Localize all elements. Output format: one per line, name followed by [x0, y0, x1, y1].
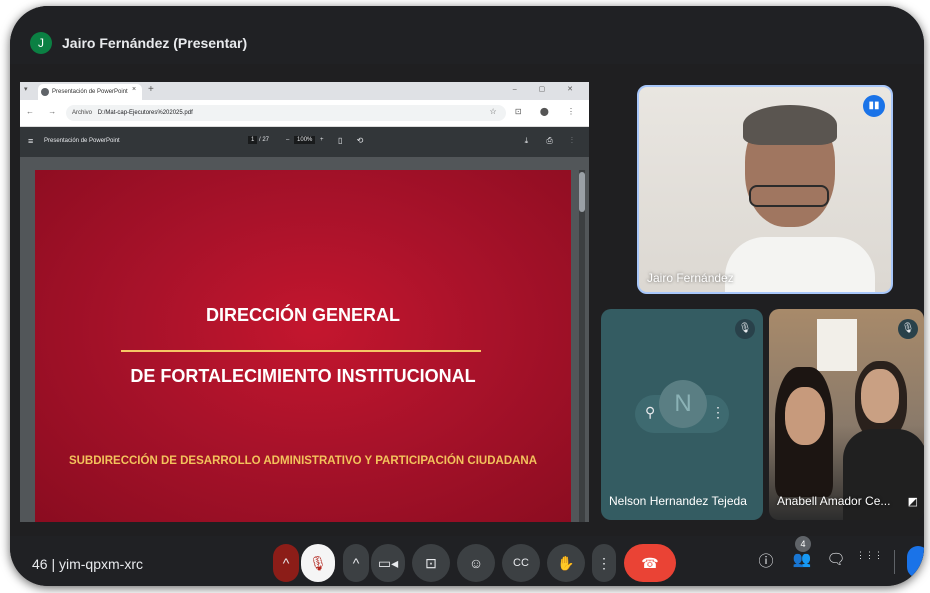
slide-subheading: SUBDIRECCIÓN DE DESARROLLO ADMINISTRATIV… — [68, 455, 538, 467]
present-button[interactable]: ⊡ — [412, 544, 450, 582]
slide-heading-2: DE FORTALECIMIENTO INSTITUCIONAL — [130, 366, 476, 386]
participant-hair — [743, 105, 837, 145]
background-poster — [817, 319, 857, 371]
meeting-code: 46 | yim-qpxm-xrc — [32, 556, 143, 572]
video-options-button[interactable]: ^ — [343, 544, 369, 582]
pdf-title: Presentación de PowerPoint — [44, 138, 120, 144]
picture-in-picture-icon[interactable]: ◩ — [908, 495, 918, 508]
more-options-button[interactable]: ⋮ — [592, 544, 616, 582]
zoom-in-button[interactable]: + — [320, 137, 324, 143]
shared-browser-window: ▾ Presentación de PowerPoint × + – ▢ ✕ ←… — [20, 82, 589, 522]
slide-page: DIRECCIÓN GENERAL DE FORTALECIMIENTO INS… — [35, 170, 571, 522]
pdf-scrollbar[interactable] — [579, 170, 585, 522]
presenter-title: Jairo Fernández (Presentar) — [62, 35, 248, 51]
file-chip: Archivo — [72, 110, 93, 116]
divider — [894, 550, 895, 574]
address-bar[interactable]: Archivo D:/Mat-cap-Ejecutores%202025.pdf — [66, 105, 506, 121]
new-tab-button[interactable]: + — [148, 84, 154, 95]
mic-off-icon: 🎙 — [898, 319, 918, 339]
page-indicator: 1 / 27 — [248, 136, 270, 144]
scroll-thumb[interactable] — [579, 172, 585, 212]
participant-tile-nelson[interactable]: 🎙 ⚲ N ⋮ Nelson Hernandez Tejeda — [601, 309, 763, 520]
reactions-button[interactable]: ☺ — [457, 544, 495, 582]
zoom-out-button[interactable]: – — [286, 137, 289, 143]
page-total: / 27 — [259, 137, 270, 143]
mic-toggle-button[interactable]: 🎙 — [301, 544, 335, 582]
tab-close-icon[interactable]: × — [132, 86, 136, 93]
tab-title: Presentación de PowerPoint — [52, 89, 128, 95]
meeting-details-icon[interactable]: ⓘ — [754, 550, 778, 571]
zoom-control: – 100% + — [286, 136, 324, 144]
activities-icon[interactable]: ⋮⋮⋮ — [856, 550, 883, 561]
pin-icon[interactable]: ⚲ — [645, 404, 655, 421]
captions-button[interactable]: CC — [502, 544, 540, 582]
meet-window: J Jairo Fernández (Presentar) ▾ Presenta… — [10, 6, 924, 586]
pdf-actions[interactable]: ⤓ ⎙ ⋮ — [525, 136, 581, 146]
page-current-input[interactable]: 1 — [248, 136, 258, 144]
pdf-menu-icon[interactable]: ≡ — [28, 136, 33, 146]
address-bar-icons[interactable]: ☆ ⊡ ⬤ ⋮ — [490, 107, 584, 116]
raise-hand-button[interactable]: ✋ — [547, 544, 585, 582]
browser-tab[interactable]: Presentación de PowerPoint — [38, 84, 142, 100]
participant-avatar: N — [659, 380, 707, 428]
participant-name: Nelson Hernandez Tejeda — [609, 494, 747, 508]
leave-call-button[interactable]: ☎ — [624, 544, 676, 582]
audio-options-button[interactable]: ^ — [273, 544, 299, 582]
participant-tile-jairo[interactable]: ▮▮ Jairo Fernández — [637, 85, 893, 294]
slide-divider — [121, 350, 481, 352]
pdf-tools[interactable]: ▯ ⟲ — [338, 136, 369, 145]
pdf-toolbar: ≡ Presentación de PowerPoint 1 / 27 – 10… — [20, 127, 589, 157]
people-icon[interactable]: 👥 — [790, 550, 814, 568]
mic-off-icon: 🎙 — [735, 319, 755, 339]
participant-name: Jairo Fernández — [647, 271, 734, 285]
address-text: D:/Mat-cap-Ejecutores%202025.pdf — [97, 110, 193, 116]
participant-face — [861, 369, 899, 423]
slide-heading-1: DIRECCIÓN GENERAL — [205, 305, 400, 325]
participant-face — [785, 387, 825, 445]
self-view-preview[interactable] — [907, 546, 924, 578]
participant-name: Anabell Amador Ce... — [777, 494, 891, 508]
presenter-avatar: J — [30, 32, 52, 54]
speaking-indicator-icon: ▮▮ — [863, 95, 885, 117]
meeting-controls-bar: 46 | yim-qpxm-xrc ^ 🎙 ^ ▭◂ ⊡ ☺ CC ✋ ⋮ ☎ … — [10, 536, 924, 586]
presenter-bar: J Jairo Fernández (Presentar) — [10, 6, 924, 64]
window-controls[interactable]: – ▢ ✕ — [513, 85, 583, 93]
address-row: ← → C Archivo D:/Mat-cap-Ejecutores%2020… — [20, 100, 589, 127]
glasses-shape — [749, 185, 829, 207]
tab-strip: ▾ Presentación de PowerPoint × + – ▢ ✕ — [20, 82, 589, 100]
zoom-value[interactable]: 100% — [294, 136, 316, 144]
pdf-canvas: DIRECCIÓN GENERAL DE FORTALECIMIENTO INS… — [20, 157, 589, 522]
participant-tile-anabell[interactable]: 🎙 Anabell Amador Ce... ◩ — [769, 309, 924, 520]
favicon-icon — [41, 88, 49, 96]
more-options-icon[interactable]: ⋮ — [711, 404, 725, 421]
participant-shirt — [725, 237, 875, 292]
camera-toggle-button[interactable]: ▭◂ — [371, 544, 405, 582]
tab-search-icon[interactable]: ▾ — [24, 85, 28, 93]
chat-icon[interactable]: 🗨 — [824, 550, 848, 568]
